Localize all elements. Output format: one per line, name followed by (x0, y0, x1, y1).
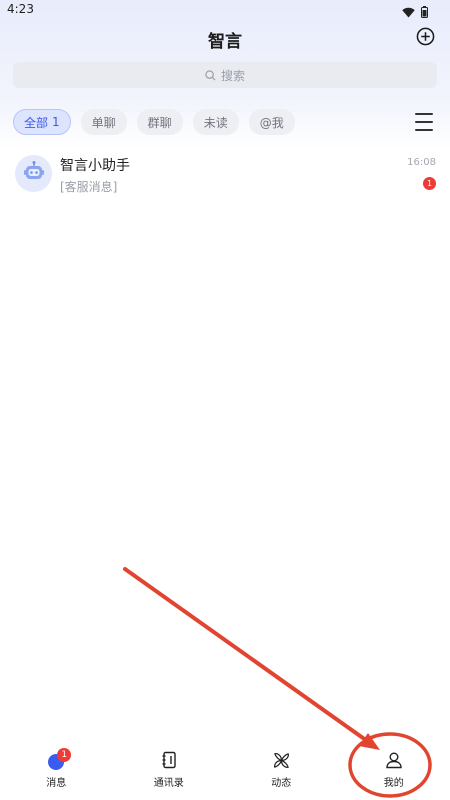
tab-all[interactable]: 全部 1 (13, 109, 71, 135)
menu-button[interactable] (415, 113, 433, 131)
pinwheel-icon (272, 751, 291, 774)
robot-icon (22, 160, 46, 188)
nav-badge: 1 (57, 748, 72, 762)
tab-label: 未读 (203, 115, 228, 130)
bottom-nav: 1 消息 通讯录 动态 我的 (0, 744, 450, 800)
tab-group-chat[interactable]: 群聊 (136, 109, 183, 135)
tab-mentions[interactable]: @我 (248, 109, 295, 135)
nav-profile[interactable]: 我的 (338, 744, 450, 800)
filter-tabs: 全部 1 单聊 群聊 未读 @我 (13, 109, 295, 135)
tab-label: @我 (259, 115, 284, 130)
tab-single-chat[interactable]: 单聊 (80, 109, 127, 135)
plus-circle-icon (416, 27, 435, 50)
nav-label: 我的 (383, 778, 404, 789)
nav-label: 通讯录 (153, 778, 184, 789)
conversation-preview: [客服消息] (60, 180, 118, 194)
wifi-icon (402, 3, 415, 22)
user-icon (385, 751, 403, 773)
tab-label: 群聊 (147, 115, 172, 130)
menu-line (415, 129, 433, 131)
nav-icon (384, 752, 404, 772)
tab-count: 1 (52, 115, 60, 129)
conversation-name: 智言小助手 (60, 158, 130, 174)
status-icons (402, 3, 428, 22)
nav-moments[interactable]: 动态 (225, 744, 338, 800)
conversation-time: 16:08 (407, 157, 436, 168)
menu-line (415, 121, 433, 123)
conversation-item[interactable]: 智言小助手 [客服消息] 16:08 1 (0, 150, 450, 198)
nav-contacts[interactable]: 通讯录 (113, 744, 226, 800)
battery-icon (421, 3, 428, 22)
search-icon (205, 66, 216, 85)
tab-label: 单聊 (91, 115, 116, 130)
tab-label: 全部 (24, 115, 49, 130)
contacts-book-icon (160, 751, 178, 773)
tab-unread[interactable]: 未读 (192, 109, 239, 135)
status-time: 4:23 (7, 2, 34, 16)
nav-messages[interactable]: 1 消息 (0, 744, 113, 800)
nav-icon: 1 (46, 748, 72, 772)
nav-label: 消息 (46, 778, 67, 789)
nav-icon (271, 752, 291, 772)
page-title: 智言 (208, 32, 242, 52)
menu-line (415, 113, 433, 115)
search-placeholder: 搜索 (220, 68, 245, 83)
avatar (15, 155, 52, 192)
status-bar: 4:23 (0, 0, 450, 20)
nav-label: 动态 (271, 778, 292, 789)
add-button[interactable] (415, 27, 435, 50)
unread-badge: 1 (423, 177, 436, 190)
nav-icon (159, 751, 179, 773)
search-input[interactable]: 搜索 (13, 62, 437, 88)
